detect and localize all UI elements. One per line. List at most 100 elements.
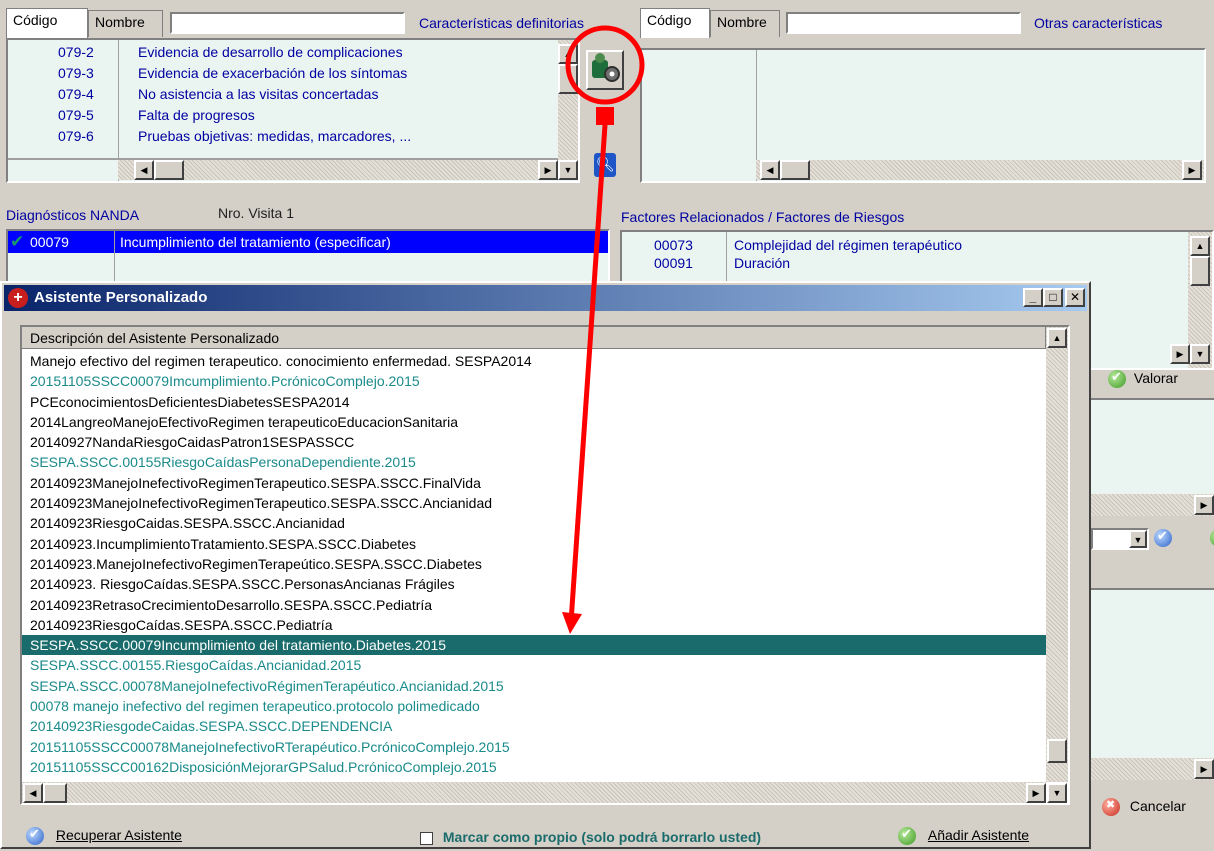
definitoria-desc: No asistencia a las visitas concertadas [138,86,379,102]
assistant-scroll-left[interactable]: ◀ [23,783,43,803]
nanda-selected-row[interactable]: ✔ 00079 Incumplimiento del tratamiento (… [8,231,608,253]
minimize-button[interactable]: _ [1023,288,1043,307]
nanda-desc: Incumplimiento del tratamiento (especifi… [120,234,391,250]
assistant-row[interactable]: Manejo efectivo del regimen terapeutico.… [22,351,1046,371]
top-right-panel: Código Nombre Otras características ◀ ▶ [640,8,1210,196]
assistant-hscroll-thumb[interactable] [43,783,67,803]
assistant-row[interactable]: 2014LangreoManejoEfectivoRegimen terapeu… [22,412,1046,432]
assistant-hscroll[interactable] [22,782,1046,803]
definitoria-desc: Pruebas objetivas: medidas, marcadores, … [138,128,412,144]
tab-nombre[interactable]: Nombre [88,10,163,37]
section-title-otras: Otras características [1034,15,1163,31]
vertical-scroll-thumb[interactable] [558,64,578,94]
factor-code: 00073 [654,237,693,253]
scroll-right-button-right[interactable]: ▶ [1182,160,1202,180]
dialog-titlebar[interactable]: + Asistente Personalizado _ □ ✕ [4,285,1087,311]
assistant-row[interactable]: 20140923RiesgoCaidas.SESPA.SSCC.Ancianid… [22,513,1046,533]
definitoria-desc: Evidencia de desarrollo de complicacione… [138,44,403,60]
dialog-app-icon: + [8,288,28,308]
tab-codigo-right[interactable]: Código [640,8,710,38]
assistant-scroll-down[interactable]: ▼ [1047,783,1067,803]
scroll-thumb-right[interactable] [780,160,810,180]
factor-row[interactable]: 00073 Complejidad del régimen terapéutico [622,236,1182,254]
assistant-scroll-up[interactable]: ▲ [1047,328,1067,348]
otras-list: ◀ ▶ [640,48,1206,183]
add-assistant-button[interactable]: Añadir Asistente [898,826,1029,849]
assistant-row[interactable]: 20140923.ManejoInefectivoRegimenTerapeút… [22,554,1046,574]
scroll-right-button[interactable]: ▶ [538,160,558,180]
definitoria-row[interactable]: 079-6 Pruebas objetivas: medidas, marcado… [8,126,558,147]
right-panel-scroll-right-2[interactable]: ▶ [1194,759,1214,779]
own-checkbox[interactable]: Marcar como propio (solo podrá borrarlo … [420,829,761,851]
assistant-scroll-right[interactable]: ▶ [1026,783,1046,803]
right-panel-add-icon[interactable] [1209,528,1214,548]
assistant-row[interactable]: 00078 manejo inefectivo del regimen tera… [22,696,1046,716]
assistant-row[interactable]: PCEconocimientosDeficientesDiabetesSESPA… [22,392,1046,412]
search-input[interactable] [170,12,405,34]
visit-number: Nro. Visita 1 [218,205,294,221]
scroll-down-button[interactable]: ▼ [558,160,578,180]
factors-scroll-thumb[interactable] [1190,256,1210,286]
scroll-left-button-right[interactable]: ◀ [760,160,780,180]
tab-nombre-right[interactable]: Nombre [710,10,780,37]
assistant-scroll-thumb[interactable] [1047,739,1067,763]
assistant-row[interactable]: 20140923RiesgodeCaidas.SESPA.SSCC.DEPEND… [22,716,1046,736]
close-button[interactable]: ✕ [1065,288,1085,307]
definitoria-row[interactable]: 079-5 Falta de progresos [8,105,558,126]
assistant-vscroll[interactable] [1046,327,1068,782]
assistant-row[interactable]: 20151105SSCC00079Imcumplimiento.Pcrónico… [22,371,1046,391]
column-header[interactable]: Descripción del Asistente Personalizado [22,327,1046,349]
maximize-button[interactable]: □ [1043,288,1063,307]
column-header-label: Descripción del Asistente Personalizado [30,330,280,346]
factors-scroll-right[interactable]: ▶ [1170,344,1190,364]
right-panel-1 [1091,398,1214,494]
definitoria-row[interactable]: 079-2 Evidencia de desarrollo de complica… [8,42,558,63]
cancelar-label: Cancelar [1129,798,1186,814]
tab-codigo[interactable]: Código [6,8,88,38]
right-panel-scroll-right-1[interactable]: ▶ [1194,495,1214,515]
scroll-up-button[interactable]: ▲ [558,44,578,64]
assistant-row-selected[interactable]: SESPA.SSCC.00079Incumplimiento del trata… [22,635,1046,656]
definitoria-row[interactable]: 079-4 No asistencia a las visitas concert… [8,84,558,105]
assistant-row[interactable]: SESPA.SSCC.00078ManejoInefectivoRégimenT… [22,676,1046,696]
own-checkbox-box[interactable] [420,831,433,845]
recover-label: Recuperar Asistente [55,827,182,843]
assistant-row[interactable]: SESPA.SSCC.00155.RiesgoCaídas.Ancianidad… [22,655,1046,675]
definitoria-desc: Evidencia de exacerbación de los síntoma… [138,65,408,81]
check-icon: ✔ [10,232,25,251]
factor-desc: Complejidad del régimen terapéutico [734,237,963,253]
assistant-row[interactable]: 20140923.IncumplimientoTratamiento.SESPA… [22,534,1046,554]
assistant-row[interactable]: 20151105SSCC00162DisposiciónMejorarGPSal… [22,757,1046,777]
assistant-row[interactable]: SESPA.SSCC.00155RiesgoCaídasPersonaDepen… [22,452,1046,472]
factor-row[interactable]: 00091 Duración [622,254,1182,272]
own-checkbox-label: Marcar como propio (solo podrá borrarlo … [442,829,762,845]
assistant-row[interactable]: 20151105SSCC00078ManejoInefectivoRTerapé… [22,737,1046,757]
assistant-row[interactable]: 20140923ManejoInefectivoRegimenTerapeuti… [22,493,1046,513]
assistant-row[interactable]: 20140923RiesgoCaídas.SESPA.SSCC.Pediatrí… [22,615,1046,635]
assistant-row[interactable]: 20140923RetrasoCrecimientoDesarrollo.SES… [22,595,1046,615]
scroll-left-button[interactable]: ◀ [134,160,154,180]
assistant-row[interactable]: 20140923ManejoInefectivoRegimenTerapeuti… [22,473,1046,493]
section-title-definitorias: Características definitorias [419,15,584,31]
definitoria-code: 079-3 [58,65,94,81]
definitoria-row[interactable]: 079-3 Evidencia de exacerbación de los sí… [8,63,558,84]
nanda-list: ✔ 00079 Incumplimiento del tratamiento (… [6,229,610,283]
factors-scroll-up[interactable]: ▲ [1190,236,1210,256]
horizontal-scrollbar-right[interactable] [756,160,1204,180]
valorar-button[interactable]: Valorar [1108,369,1214,396]
factors-scroll-down[interactable]: ▼ [1190,344,1210,364]
scroll-thumb[interactable] [154,160,184,180]
cancelar-button[interactable]: Cancelar [1102,798,1214,824]
horizontal-scrollbar[interactable] [118,160,558,180]
recover-assistant-button[interactable]: Recuperar Asistente [26,826,182,849]
assistant-icon-button[interactable] [586,50,624,90]
definitoria-code: 079-2 [58,44,94,60]
assistant-row[interactable]: 20140927NandaRiesgoCaidasPatron1SESPASSC… [22,432,1046,452]
right-panel-select[interactable]: ▼ [1091,528,1149,550]
factor-desc: Duración [734,255,791,271]
right-panel-confirm-icon[interactable] [1154,528,1172,548]
search-zoom-icon[interactable]: 🔍︎ [594,153,616,177]
dialog-title: Asistente Personalizado [34,289,208,306]
assistant-row[interactable]: 20140923. RiesgoCaídas.SESPA.SSCC.Person… [22,574,1046,594]
search-input-right[interactable] [786,12,1021,34]
